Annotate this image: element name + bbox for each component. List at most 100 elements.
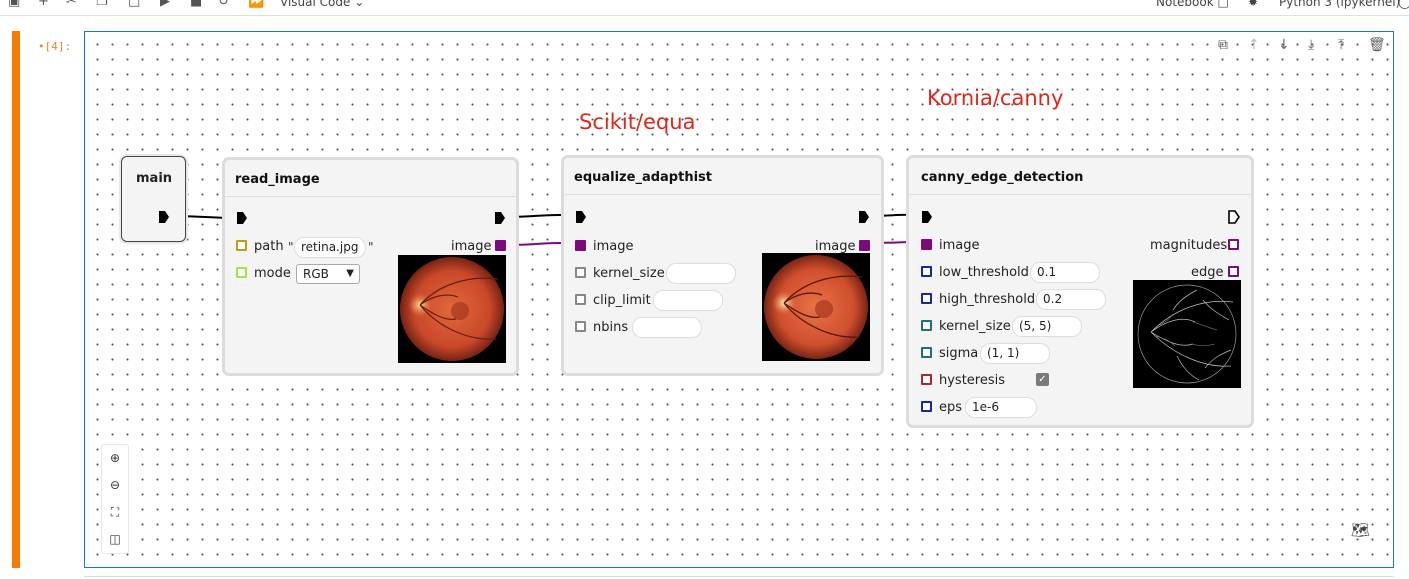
move-down-icon[interactable]: ↓ — [1278, 37, 1290, 53]
low-threshold-label: low_threshold — [939, 265, 1029, 280]
cell-divider — [84, 576, 1394, 577]
retina-image — [400, 257, 504, 361]
zoom-in-icon[interactable]: ⊕ — [102, 445, 128, 472]
annotation-scikit: Scikit/equa — [579, 110, 696, 134]
magnitudes-port[interactable] — [1228, 239, 1239, 250]
image-input-port[interactable] — [921, 239, 932, 250]
fast-forward-icon[interactable]: ⏩ — [248, 0, 264, 10]
hysteresis-label: hysteresis — [939, 373, 1006, 388]
edge-image-preview — [1133, 280, 1241, 388]
paste-icon[interactable]: □ — [128, 0, 140, 10]
node-read-image-title: read_image — [235, 172, 320, 187]
cut-icon[interactable]: ✂ — [66, 0, 77, 10]
path-input[interactable]: retina.jpg — [294, 237, 366, 258]
exec-arrow-shape — [495, 212, 505, 224]
duplicate-cell-icon[interactable]: ⧉ — [1218, 37, 1228, 53]
node-canny-edge-detection[interactable]: canny_edge_detection image magnitudes lo… — [906, 155, 1254, 428]
equalized-image — [764, 255, 868, 359]
restart-icon[interactable]: ↻ — [218, 0, 229, 10]
low-threshold-input[interactable]: 0.1 — [1030, 262, 1100, 283]
insert-below-icon[interactable]: ⤒ — [1338, 37, 1344, 53]
node-divider — [564, 194, 881, 195]
active-cell-bar[interactable] — [12, 31, 20, 568]
magnitudes-label: magnitudes — [1150, 238, 1228, 253]
exec-out-port[interactable] — [1228, 210, 1240, 224]
mode-label: mode — [254, 266, 291, 281]
kernel-size-port[interactable] — [575, 267, 586, 278]
equalized-image-preview — [762, 253, 870, 361]
mode-select[interactable]: RGB ▼ — [296, 264, 360, 284]
exec-out-port[interactable] — [494, 211, 506, 225]
kernel-size-input[interactable] — [666, 263, 736, 284]
debug-icon[interactable]: ✹ — [1248, 0, 1258, 10]
node-equalize-adapthist[interactable]: equalize_adapthist image image kernel_si… — [561, 155, 884, 376]
exec-out-port[interactable] — [158, 210, 170, 224]
kernel-size-label: kernel_size — [939, 319, 1011, 334]
macula — [451, 302, 469, 320]
path-port[interactable] — [236, 240, 247, 251]
run-icon[interactable]: ▶ — [160, 0, 170, 10]
path-quote-open: " — [288, 240, 294, 254]
node-main-title: main — [136, 171, 173, 186]
hysteresis-checkbox[interactable]: ✓ — [1036, 373, 1049, 386]
zoom-out-icon[interactable]: ⊖ — [102, 472, 128, 499]
minimap-icon[interactable]: 🗺 — [1351, 521, 1370, 539]
insert-above-icon[interactable]: ⤓ — [1308, 37, 1314, 53]
retina-image-preview — [398, 255, 506, 363]
exec-arrow-shape — [922, 211, 932, 223]
high-threshold-input[interactable]: 0.2 — [1036, 289, 1106, 310]
exec-in-port[interactable] — [921, 210, 933, 224]
high-threshold-port[interactable] — [921, 293, 932, 304]
cell-type-select[interactable]: Visual Code ⌄ — [280, 0, 364, 10]
kernel-name[interactable]: Python 3 (ipykernel) — [1279, 0, 1400, 10]
image-output-port[interactable] — [495, 240, 506, 251]
eps-port[interactable] — [921, 401, 932, 412]
exec-arrow-shape — [237, 212, 247, 224]
image-input-port[interactable] — [575, 240, 586, 251]
image-output-port[interactable] — [859, 240, 870, 251]
kernel-size-input[interactable]: (5, 5) — [1012, 316, 1082, 337]
clip-limit-port[interactable] — [575, 294, 586, 305]
nbins-label: nbins — [593, 320, 629, 335]
exec-out-port[interactable] — [858, 210, 870, 224]
edge-fine-vessels — [1154, 313, 1218, 347]
nbins-input[interactable] — [632, 317, 702, 338]
annotation-kornia: Kornia/canny — [927, 86, 1064, 110]
node-main[interactable]: main — [121, 156, 186, 242]
delete-cell-icon[interactable]: 🗑 — [1368, 37, 1386, 53]
copy-icon[interactable]: ❐ — [96, 0, 108, 10]
low-threshold-port[interactable] — [921, 266, 932, 277]
add-cell-icon[interactable]: + — [38, 0, 49, 10]
edge-vessels — [1150, 289, 1234, 381]
kernel-size-label: kernel_size — [593, 266, 665, 281]
exec-arrow-shape — [859, 211, 869, 223]
exec-arrow-shape — [1228, 210, 1240, 224]
image-input-label: image — [939, 238, 980, 253]
kernel-status-icon: ◯ — [1398, 0, 1409, 10]
node-divider — [909, 194, 1251, 195]
mode-port[interactable] — [236, 267, 247, 278]
sigma-label: sigma — [939, 346, 979, 361]
zoom-controls: ⊕ ⊖ ⛶ ◫ — [101, 444, 129, 554]
move-up-icon[interactable]: ↑ — [1248, 37, 1260, 53]
stop-icon[interactable]: ■ — [190, 0, 202, 10]
node-read-image[interactable]: read_image path " retina.jpg " image mod… — [222, 157, 519, 376]
edge-port[interactable] — [1228, 266, 1239, 277]
sigma-input[interactable]: (1, 1) — [980, 343, 1050, 364]
hysteresis-port[interactable] — [921, 374, 932, 385]
eps-input[interactable]: 1e-6 — [965, 397, 1037, 418]
nbins-port[interactable] — [575, 321, 586, 332]
macula — [815, 300, 833, 318]
save-icon[interactable]: ▣ — [8, 0, 20, 10]
toggle-interactivity-icon[interactable]: ◫ — [102, 526, 128, 553]
sigma-port[interactable] — [921, 347, 932, 358]
kernel-size-port[interactable] — [921, 320, 932, 331]
chevron-down-icon: ⌄ — [354, 0, 365, 9]
checkmark-icon: ✓ — [1038, 374, 1047, 385]
notebook-button[interactable]: Notebook □ — [1156, 0, 1229, 10]
exec-in-port[interactable] — [236, 211, 248, 225]
clip-limit-input[interactable] — [653, 290, 723, 311]
fit-view-icon[interactable]: ⛶ — [102, 499, 128, 526]
exec-in-port[interactable] — [575, 210, 587, 224]
cell-type-label: Visual Code — [280, 0, 351, 9]
